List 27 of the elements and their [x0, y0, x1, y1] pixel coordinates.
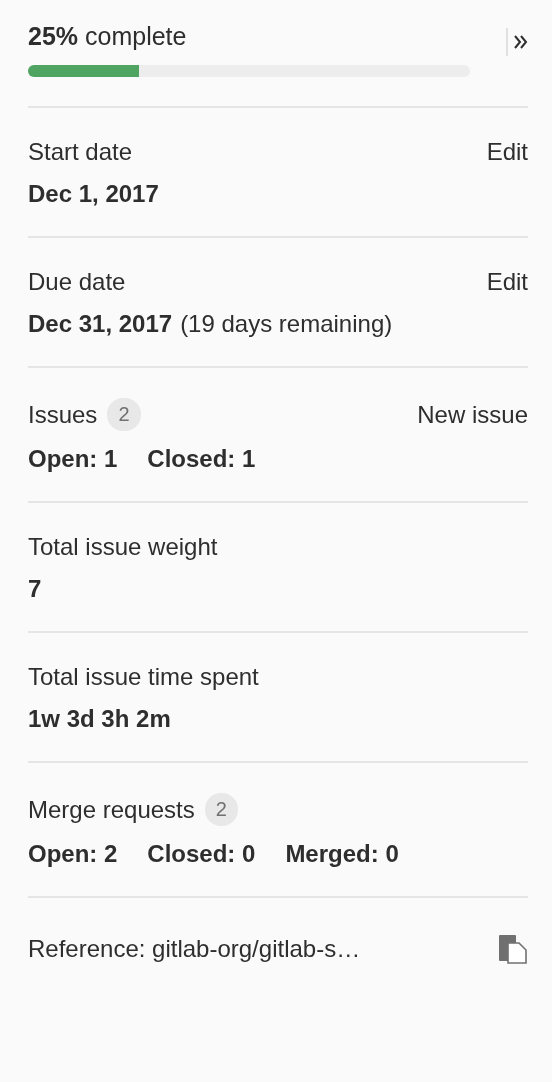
- collapse-button[interactable]: [506, 28, 528, 56]
- progress-label: 25% complete: [28, 22, 188, 51]
- count-badge: 2: [204, 793, 238, 826]
- new-issue-link[interactable]: New issue: [417, 400, 528, 429]
- total-value: 1w 3d 3h 2m: [28, 705, 172, 733]
- reference-text: Reference: gitlab-org/gitlab-s…: [28, 935, 361, 963]
- edit-link[interactable]: Edit: [486, 268, 528, 296]
- section-title: Issues: [28, 400, 98, 429]
- section-title: Merge requests: [28, 795, 195, 824]
- copy-icon: [498, 934, 528, 964]
- section-title: Start date: [28, 138, 133, 166]
- double-chevron-icon: [514, 34, 528, 50]
- count-badge: 2: [107, 398, 141, 431]
- date-value: Dec 31, 2017: [28, 310, 173, 338]
- copy-button[interactable]: [498, 934, 528, 964]
- count-stat: Merged: 0: [285, 840, 399, 868]
- date-value: Dec 1, 2017: [28, 180, 159, 208]
- total-value: 7: [28, 575, 43, 603]
- section-title: Total issue weight: [28, 533, 219, 561]
- edit-link[interactable]: Edit: [486, 138, 528, 166]
- count-stat: Open: 1: [28, 445, 118, 473]
- section-title: Total issue time spent: [28, 663, 260, 691]
- section-title: Due date: [28, 268, 126, 296]
- count-stat: Open: 2: [28, 840, 118, 868]
- count-stat: Closed: 1: [147, 445, 256, 473]
- count-stat: Closed: 0: [147, 840, 256, 868]
- remaining-note: (19 days remaining): [180, 310, 393, 338]
